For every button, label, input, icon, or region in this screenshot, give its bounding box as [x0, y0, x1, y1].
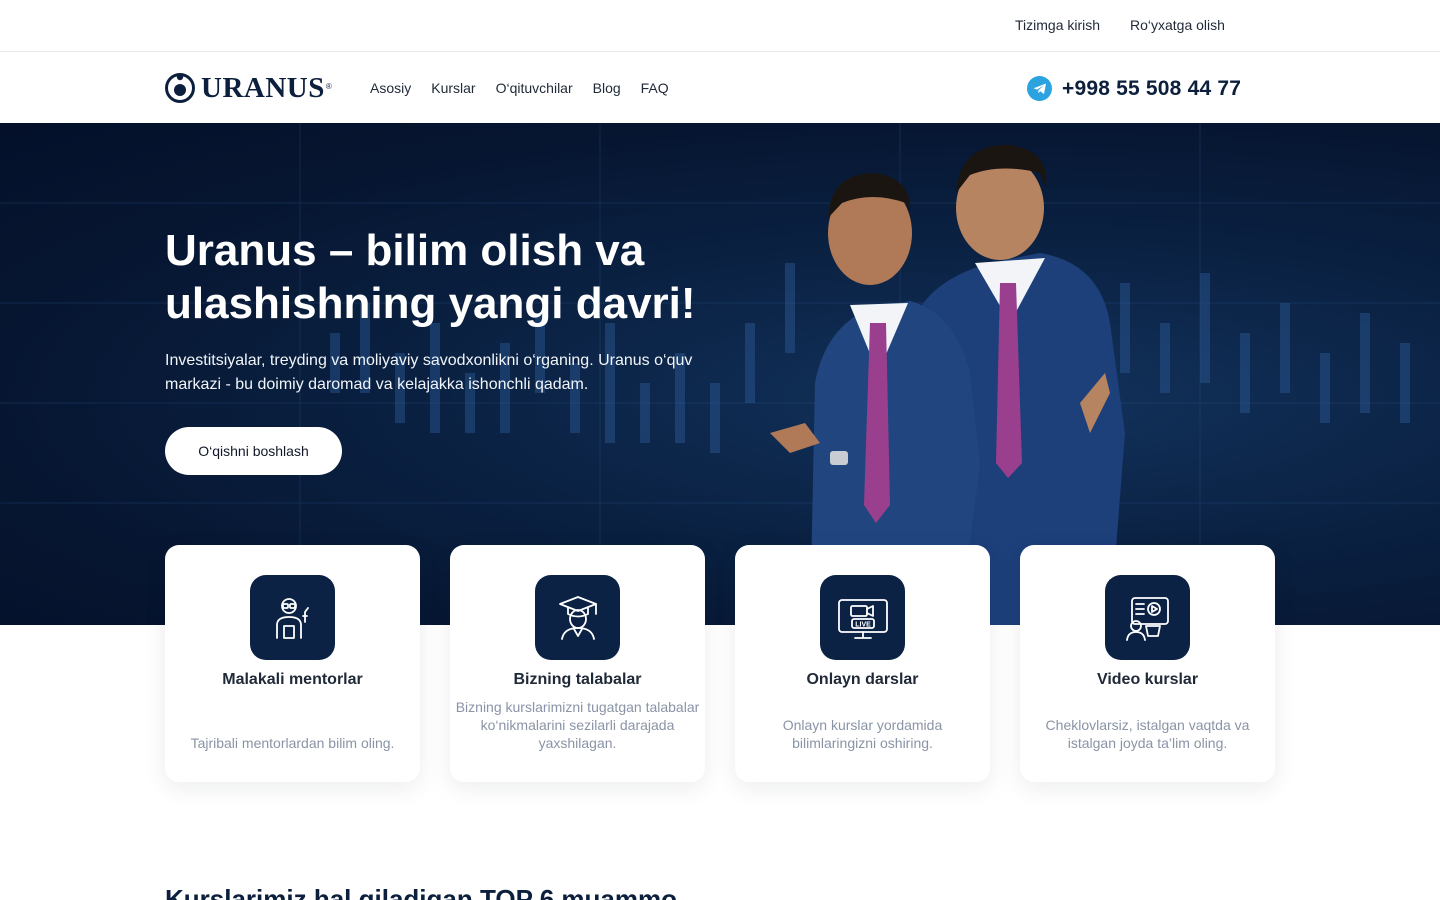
feature-description: Onlayn kurslar yordamida bilimlaringizni…	[782, 717, 943, 751]
phone-link[interactable]: +998 55 508 44 77	[1027, 76, 1241, 101]
register-link[interactable]: Ro‘yxatga olish	[1130, 17, 1225, 33]
graduate-icon	[535, 575, 620, 660]
logo-icon	[165, 73, 195, 103]
nav-blog[interactable]: Blog	[593, 80, 621, 96]
mentor-icon	[250, 575, 335, 660]
telegram-icon	[1027, 76, 1052, 101]
feature-card-students: Bizning talabalar Bizning kurslarimizni …	[450, 545, 705, 782]
nav-asosiy[interactable]: Asosiy	[370, 80, 411, 96]
feature-card-online: LIVE Onlayn darslar Onlayn kurslar yorda…	[735, 545, 990, 782]
top-utility-bar: Tizimga kirish Ro‘yxatga olish	[0, 0, 1440, 52]
login-link[interactable]: Tizimga kirish	[1015, 17, 1100, 33]
feature-title: Video kurslar	[1096, 671, 1199, 688]
nav-faq[interactable]: FAQ	[641, 80, 669, 96]
hero-subtitle: Investitsiyalar, treyding va moliyaviy s…	[165, 352, 693, 393]
problems-section-title: Kurslarimiz hal qiladigan TOP 6 muammo	[165, 884, 677, 900]
feature-title: Malakali mentorlar	[222, 671, 363, 688]
main-header: URANUS ® Asosiy Kurslar O‘qituvchilar Bl…	[0, 53, 1440, 123]
feature-description: Cheklovlarsiz, istalgan vaqtda va istalg…	[1045, 717, 1250, 751]
logo-text: URANUS	[201, 71, 325, 104]
feature-description: Tajribali mentorlardan bilim oling.	[190, 735, 395, 751]
nav-kurslar[interactable]: Kurslar	[431, 80, 475, 96]
svg-text:LIVE: LIVE	[855, 621, 871, 628]
start-learning-button[interactable]: O‘qishni boshlash	[165, 427, 342, 475]
feature-title: Onlayn darslar	[806, 671, 919, 688]
feature-description: Bizning kurslarimizni tugatgan talabalar…	[455, 699, 700, 751]
feature-card-mentors: Malakali mentorlar Tajribali mentorlarda…	[165, 545, 420, 782]
nav-oqituvchilar[interactable]: O‘qituvchilar	[496, 80, 573, 96]
hero-title: Uranus – bilim olish va ulashishning yan…	[165, 226, 696, 328]
logo[interactable]: URANUS ®	[165, 72, 332, 104]
main-nav: Asosiy Kurslar O‘qituvchilar Blog FAQ	[370, 80, 689, 96]
phone-number: +998 55 508 44 77	[1062, 76, 1242, 100]
feature-title: Bizning talabalar	[513, 671, 642, 688]
live-icon: LIVE	[820, 575, 905, 660]
feature-card-video: Video kurslar Cheklovlarsiz, istalgan va…	[1020, 545, 1275, 782]
video-course-icon	[1105, 575, 1190, 660]
registered-mark: ®	[325, 81, 332, 91]
